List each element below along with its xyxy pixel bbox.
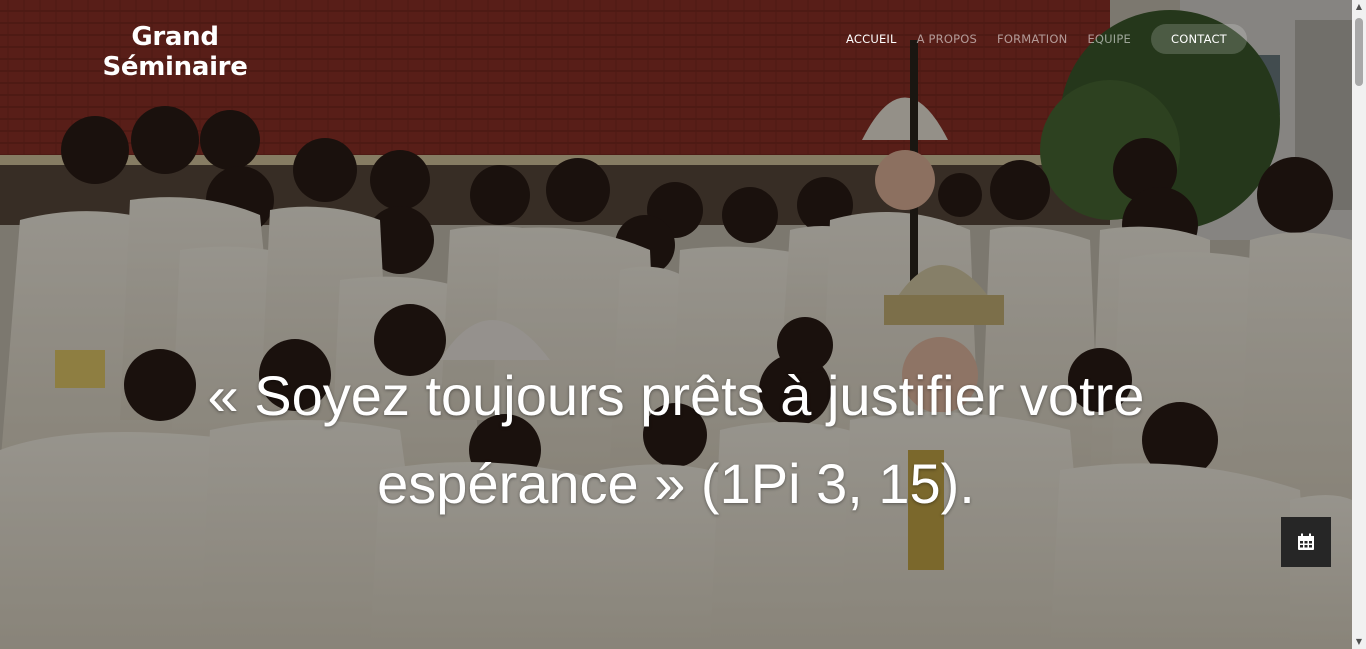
main-navigation: ACCUEIL A PROPOS FORMATION EQUIPE CONTAC… [846,24,1247,54]
hero-quote-line-1: « Soyez toujours prêts à justifier votre [207,364,1145,427]
scroll-up-arrow-icon[interactable]: ▲ [1352,0,1366,14]
logo-line-1: Grand [131,22,219,52]
nav-item-formation[interactable]: FORMATION [997,26,1067,52]
hero-dark-overlay [0,0,1352,649]
nav-item-a-propos[interactable]: A PROPOS [917,26,977,52]
site-logo[interactable]: Grand Séminaire [100,22,250,82]
hero-quote: « Soyez toujours prêts à justifier votre… [150,352,1202,528]
hero-quote-line-2: espérance » (1Pi 3, 15). [377,452,975,515]
nav-item-contact[interactable]: CONTACT [1150,24,1247,54]
scrollbar-thumb[interactable] [1355,18,1363,86]
hero-section [0,0,1352,649]
page-scrollbar[interactable]: ▲ ▼ [1352,0,1366,649]
calendar-icon [1298,533,1314,550]
nav-item-accueil[interactable]: ACCUEIL [846,26,897,52]
logo-line-2: Séminaire [102,52,248,82]
scroll-down-arrow-icon[interactable]: ▼ [1352,635,1366,649]
calendar-button[interactable] [1281,517,1331,567]
nav-item-equipe[interactable]: EQUIPE [1087,26,1131,52]
